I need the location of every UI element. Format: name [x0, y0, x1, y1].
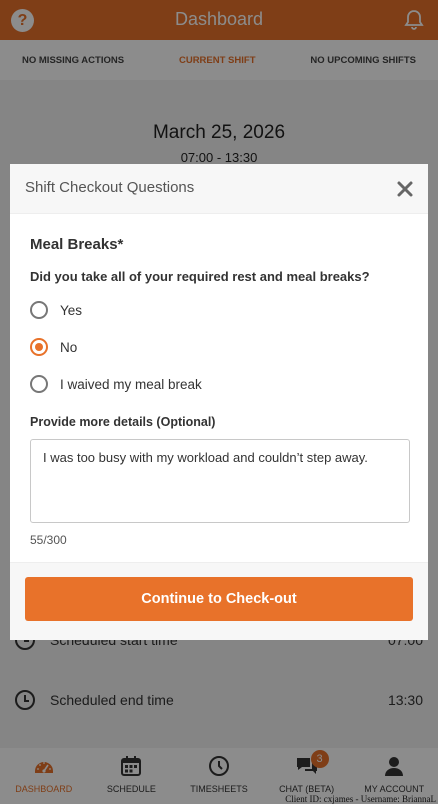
meal-break-question: Did you take all of your required rest a…: [30, 269, 370, 284]
close-icon[interactable]: [394, 178, 416, 200]
modal-title: Shift Checkout Questions: [25, 179, 195, 196]
shift-checkout-modal: Shift Checkout Questions Meal Breaks* Di…: [10, 164, 428, 640]
option-waived[interactable]: I waived my meal break: [30, 373, 408, 395]
option-no[interactable]: No: [30, 336, 408, 358]
option-yes-label: Yes: [60, 302, 83, 318]
details-label: Provide more details (Optional): [30, 415, 216, 429]
continue-to-checkout-button[interactable]: Continue to Check-out: [25, 577, 413, 621]
details-textarea[interactable]: I was too busy with my workload and coul…: [30, 439, 410, 523]
radio-yes[interactable]: [30, 301, 48, 319]
radio-waived[interactable]: [30, 375, 48, 393]
option-yes[interactable]: Yes: [30, 299, 408, 321]
option-waived-label: I waived my meal break: [60, 376, 202, 392]
option-no-label: No: [60, 339, 78, 355]
section-title: Meal Breaks*: [30, 236, 124, 253]
modal-footer: Continue to Check-out: [10, 562, 428, 640]
modal-body: Meal Breaks* Did you take all of your re…: [10, 236, 428, 547]
char-counter: 55/300: [30, 533, 67, 547]
radio-no[interactable]: [30, 338, 48, 356]
modal-header: Shift Checkout Questions: [10, 164, 428, 214]
